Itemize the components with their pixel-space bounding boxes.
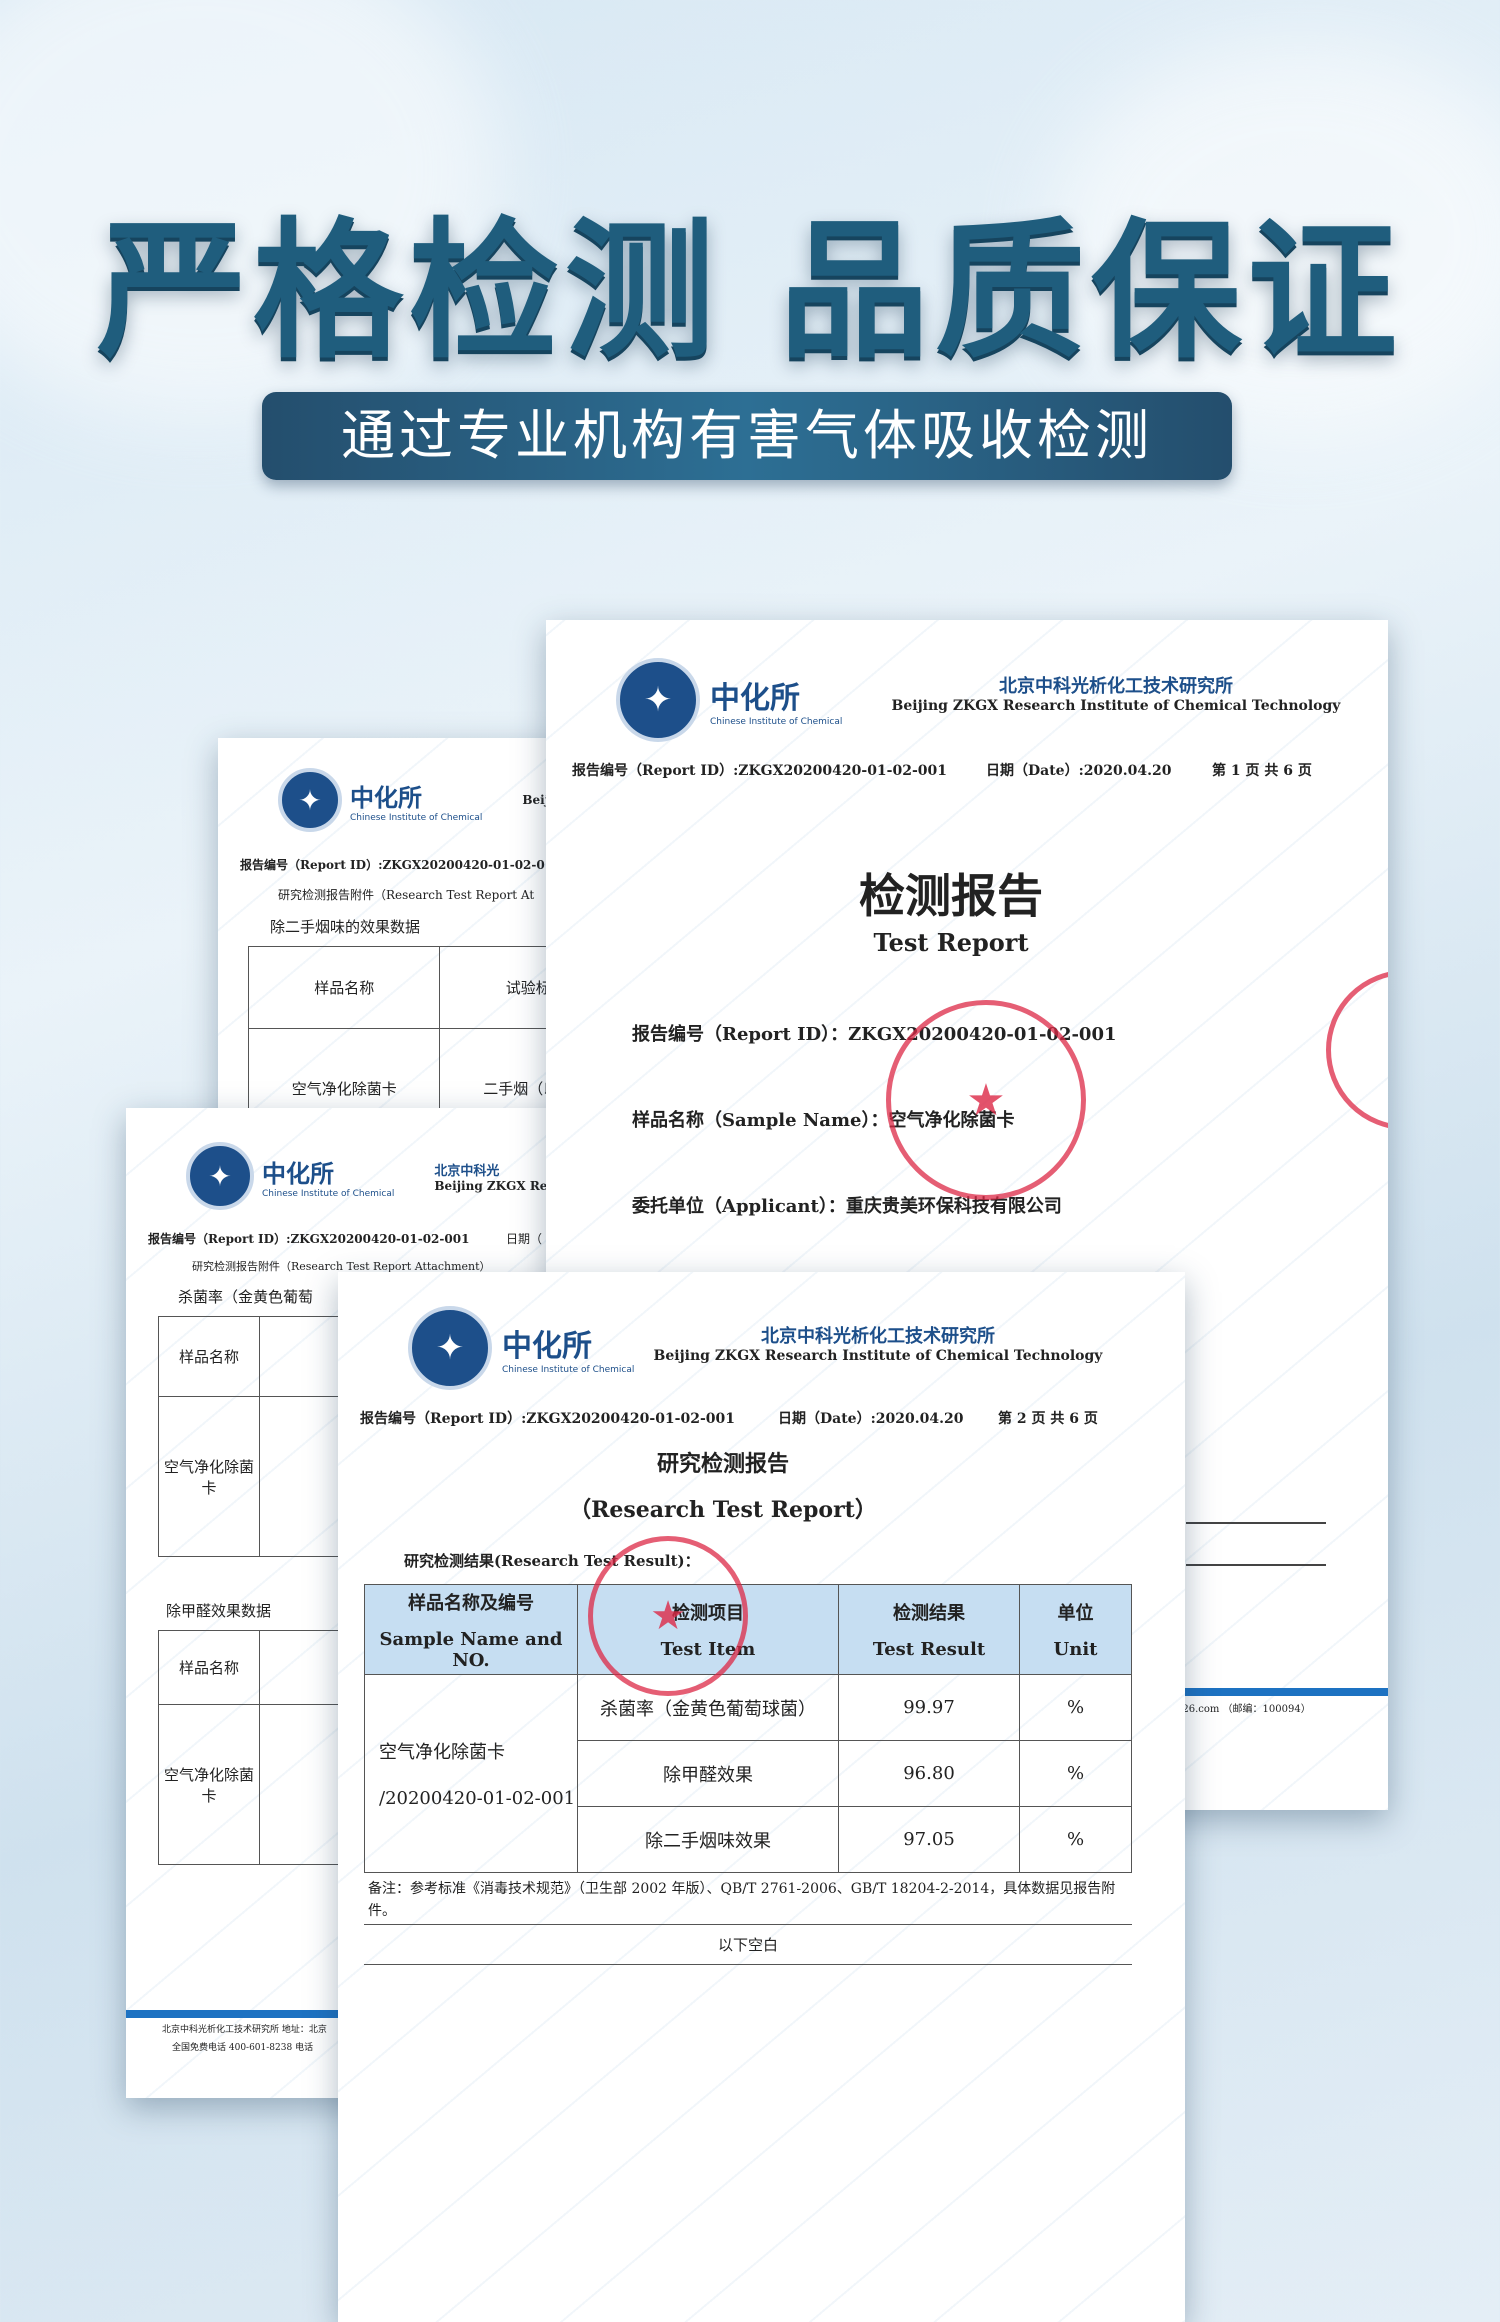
attachment-line: 研究检测报告附件（Research Test Report At (278, 888, 535, 902)
logo-subtitle: Chinese Institute of Chemical (502, 1365, 635, 1375)
sample-cell: 空气净化除菌卡 (158, 1704, 260, 1865)
section-title: 杀菌率（金黄色葡萄 (178, 1288, 314, 1306)
sample-cell: 空气净化除菌卡/20200420-01-02-001 (364, 1674, 578, 1873)
institute-name-en: Beijing ZKGX Research Institute of Chemi… (891, 698, 1341, 714)
official-stamp: ★ (588, 1536, 748, 1696)
test-item-cell: 除二手烟味效果 (577, 1806, 839, 1873)
report-id-line: 报告编号（Report ID）:ZKGX20200420-01-02-001 (148, 1232, 470, 1246)
official-stamp-edge: ★ (1326, 970, 1388, 1130)
logo-name: 中化所 (502, 1329, 592, 1364)
official-stamp: ★ (886, 1000, 1086, 1200)
date-fragment: 日期（ (506, 1232, 543, 1246)
page-number: 第 2 页 共 6 页 (998, 1411, 1098, 1427)
date-line: 日期（Date）:2020.04.20 (986, 763, 1172, 779)
sample-cell: 空气净化除菌卡 (158, 1396, 260, 1557)
blank-divider (364, 1964, 1132, 1965)
unit-cell: % (1019, 1674, 1132, 1741)
test-result-cell: 99.97 (838, 1674, 1020, 1741)
institute-logo-icon: ✦ (186, 1142, 254, 1210)
institute-logo-icon: ✦ (408, 1306, 492, 1390)
report-id-line: 报告编号（Report ID）:ZKGX20200420-01-02-0 (240, 858, 545, 872)
section-title: 除二手烟味的效果数据 (270, 918, 421, 936)
logo-name: 中化所 (710, 681, 800, 716)
table-row: 空气净化除菌卡/20200420-01-02-001 杀菌率（金黄色葡萄球菌） … (364, 1674, 1132, 1873)
footer-email: 126.com （邮编：100094） (1176, 1704, 1311, 1715)
col-header: 样品名称 (158, 1630, 260, 1705)
note-divider (364, 1924, 1132, 1925)
header-test-result: 检测结果 Test Result (838, 1584, 1020, 1675)
logo-name: 中化所 (350, 783, 422, 812)
signature-line (1186, 1522, 1326, 1524)
institute-name-en: Beijing ZKGX Research Institute of Chemi… (653, 1348, 1103, 1364)
note-text: 备注：参考标准《消毒技术规范》（卫生部 2002 年版）、QB/T 2761-2… (368, 1881, 1116, 1919)
institute-logo-icon: ✦ (278, 768, 342, 832)
logo-name: 中化所 (262, 1159, 334, 1188)
report-title-en: Test Report (873, 928, 1029, 957)
date-line: 日期（Date）:2020.04.20 (778, 1411, 964, 1427)
institute-name-cn: 北京中科光析化工技术研究所 (761, 1326, 995, 1347)
sample-label: 样品名称（Sample Name）： (632, 1110, 889, 1131)
hero-subtitle: 通过专业机构有害气体吸收检测 (262, 392, 1232, 480)
header-unit: 单位 Unit (1019, 1584, 1132, 1675)
signature-line (1186, 1564, 1326, 1566)
report-id-line: 报告编号（Report ID）:ZKGX20200420-01-02-001 (360, 1411, 735, 1427)
institute-logo-icon: ✦ (616, 658, 700, 742)
report-title-cn: 研究检测报告 (656, 1451, 789, 1477)
blank-marker: 以下空白 (717, 1936, 778, 1954)
applicant-value: 重庆贵美环保科技有限公司 (845, 1196, 1062, 1217)
footer-phone: 全国免费电话 400-601-8238 电话 (172, 2043, 314, 2053)
unit-cell: % (1019, 1806, 1132, 1873)
report-id-label: 报告编号（Report ID）： (632, 1024, 849, 1045)
col-header: 样品名称 (247, 946, 441, 1029)
unit-cell: % (1019, 1740, 1132, 1807)
logo-subtitle: Chinese Institute of Chemical (350, 812, 483, 823)
test-result-cell: 96.80 (838, 1740, 1020, 1807)
report-id-line: 报告编号（Report ID）:ZKGX20200420-01-02-001 (572, 763, 947, 779)
col-header: 样品名称 (158, 1316, 260, 1397)
test-item-cell: 除甲醛效果 (577, 1740, 839, 1807)
applicant-label: 委托单位（Applicant）： (632, 1196, 846, 1217)
logo-subtitle: Chinese Institute of Chemical (262, 1188, 395, 1199)
report-title-en: （Research Test Report） (569, 1497, 877, 1523)
header-sample: 样品名称及编号 Sample Name and NO. (364, 1584, 578, 1675)
footer-address: 北京中科光析化工技术研究所 地址：北京 (162, 2025, 327, 2035)
institute-name-cn: 北京中科光析化工技术研究所 (999, 676, 1233, 697)
report-title-cn: 检测报告 (859, 869, 1043, 923)
logo-subtitle: Chinese Institute of Chemical (710, 717, 843, 727)
page-number: 第 1 页 共 6 页 (1212, 763, 1312, 779)
hero-title: 严格检测 品质保证 (96, 205, 1404, 379)
results-table: 样品名称及编号 Sample Name and NO. 检测项目 Test Item… (364, 1584, 1132, 1873)
report-page-results: ✦ 中化所 Chinese Institute of Chemical 北京中科… (338, 1272, 1185, 2322)
test-result-cell: 97.05 (838, 1806, 1020, 1873)
section-title-formaldehyde: 除甲醛效果数据 (166, 1602, 272, 1620)
